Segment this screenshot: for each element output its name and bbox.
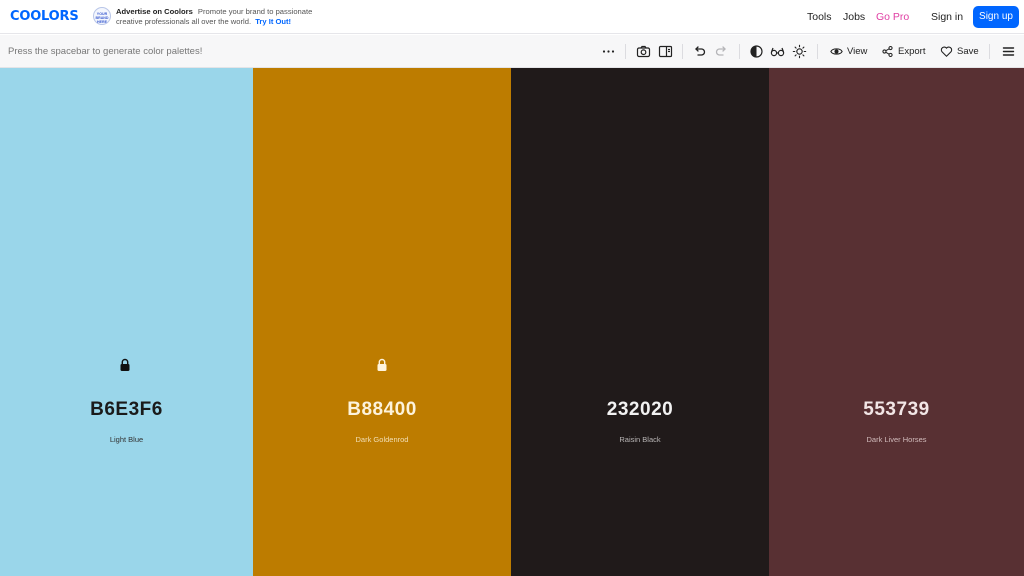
more-options-icon[interactable] [601, 44, 616, 59]
color-swatch[interactable]: B6E3F6 Light Blue [0, 68, 253, 576]
eye-icon [830, 48, 843, 55]
nav-go-pro-link[interactable]: Go Pro [876, 11, 909, 23]
ad-banner: Advertise on Coolors Promote your brand … [116, 7, 326, 27]
toolbar-divider [625, 44, 626, 59]
nav-tools-link[interactable]: Tools [807, 11, 832, 23]
sign-in-link[interactable]: Sign in [931, 11, 963, 23]
lock-icon[interactable] [119, 358, 131, 372]
color-swatch[interactable]: 232020 Raisin Black [511, 68, 769, 576]
export-label: Export [898, 46, 926, 57]
color-name[interactable]: Raisin Black [511, 435, 769, 444]
color-name[interactable]: Dark Goldenrod [253, 435, 511, 444]
color-swatch[interactable]: 553739 Dark Liver Horses [769, 68, 1024, 576]
nav-jobs-link[interactable]: Jobs [843, 11, 865, 23]
hamburger-menu-icon[interactable] [1001, 44, 1016, 59]
view-button[interactable]: View [830, 44, 870, 59]
share-icon [882, 45, 893, 58]
spacebar-hint: Press the spacebar to generate color pal… [8, 46, 203, 57]
hex-code[interactable]: B88400 [253, 399, 511, 421]
toolbar-divider [739, 44, 740, 59]
palette-toolbar: Press the spacebar to generate color pal… [0, 35, 1024, 68]
heart-icon [940, 46, 953, 58]
hex-code[interactable]: 232020 [511, 399, 769, 421]
hex-code[interactable]: B6E3F6 [0, 399, 253, 421]
export-button[interactable]: Export [881, 44, 929, 59]
redo-icon[interactable] [714, 44, 729, 59]
side-panel-icon[interactable] [658, 44, 673, 59]
color-name[interactable]: Dark Liver Horses [769, 435, 1024, 444]
glasses-icon[interactable] [770, 44, 785, 59]
save-button[interactable]: Save [940, 44, 980, 59]
toolbar-divider [682, 44, 683, 59]
toolbar-divider [817, 44, 818, 59]
color-name[interactable]: Light Blue [0, 435, 253, 444]
coolors-logo[interactable]: COOLORS [10, 9, 79, 24]
lock-icon[interactable] [376, 358, 388, 372]
sun-icon[interactable] [792, 44, 807, 59]
save-label: Save [957, 46, 979, 57]
color-swatch[interactable]: B88400 Dark Goldenrod [253, 68, 511, 576]
hex-code[interactable]: 553739 [769, 399, 1024, 421]
ad-brand-badge[interactable]: YOUR BRAND HERE [93, 7, 111, 25]
undo-icon[interactable] [692, 44, 707, 59]
view-label: View [847, 46, 868, 57]
ad-badge-line: BRAND [95, 15, 109, 20]
color-palette: B6E3F6 Light Blue B88400 Dark Goldenrod … [0, 68, 1024, 576]
toolbar-divider [989, 44, 990, 59]
sign-up-button[interactable]: Sign up [973, 6, 1019, 28]
ad-title[interactable]: Advertise on Coolors [116, 7, 193, 16]
top-navigation: COOLORS YOUR BRAND HERE Advertise on Coo… [0, 0, 1024, 34]
ad-badge-line: HERE [97, 19, 107, 24]
ad-try-it-link[interactable]: Try It Out! [255, 17, 291, 26]
camera-icon[interactable] [636, 44, 651, 59]
contrast-icon[interactable] [749, 44, 764, 59]
